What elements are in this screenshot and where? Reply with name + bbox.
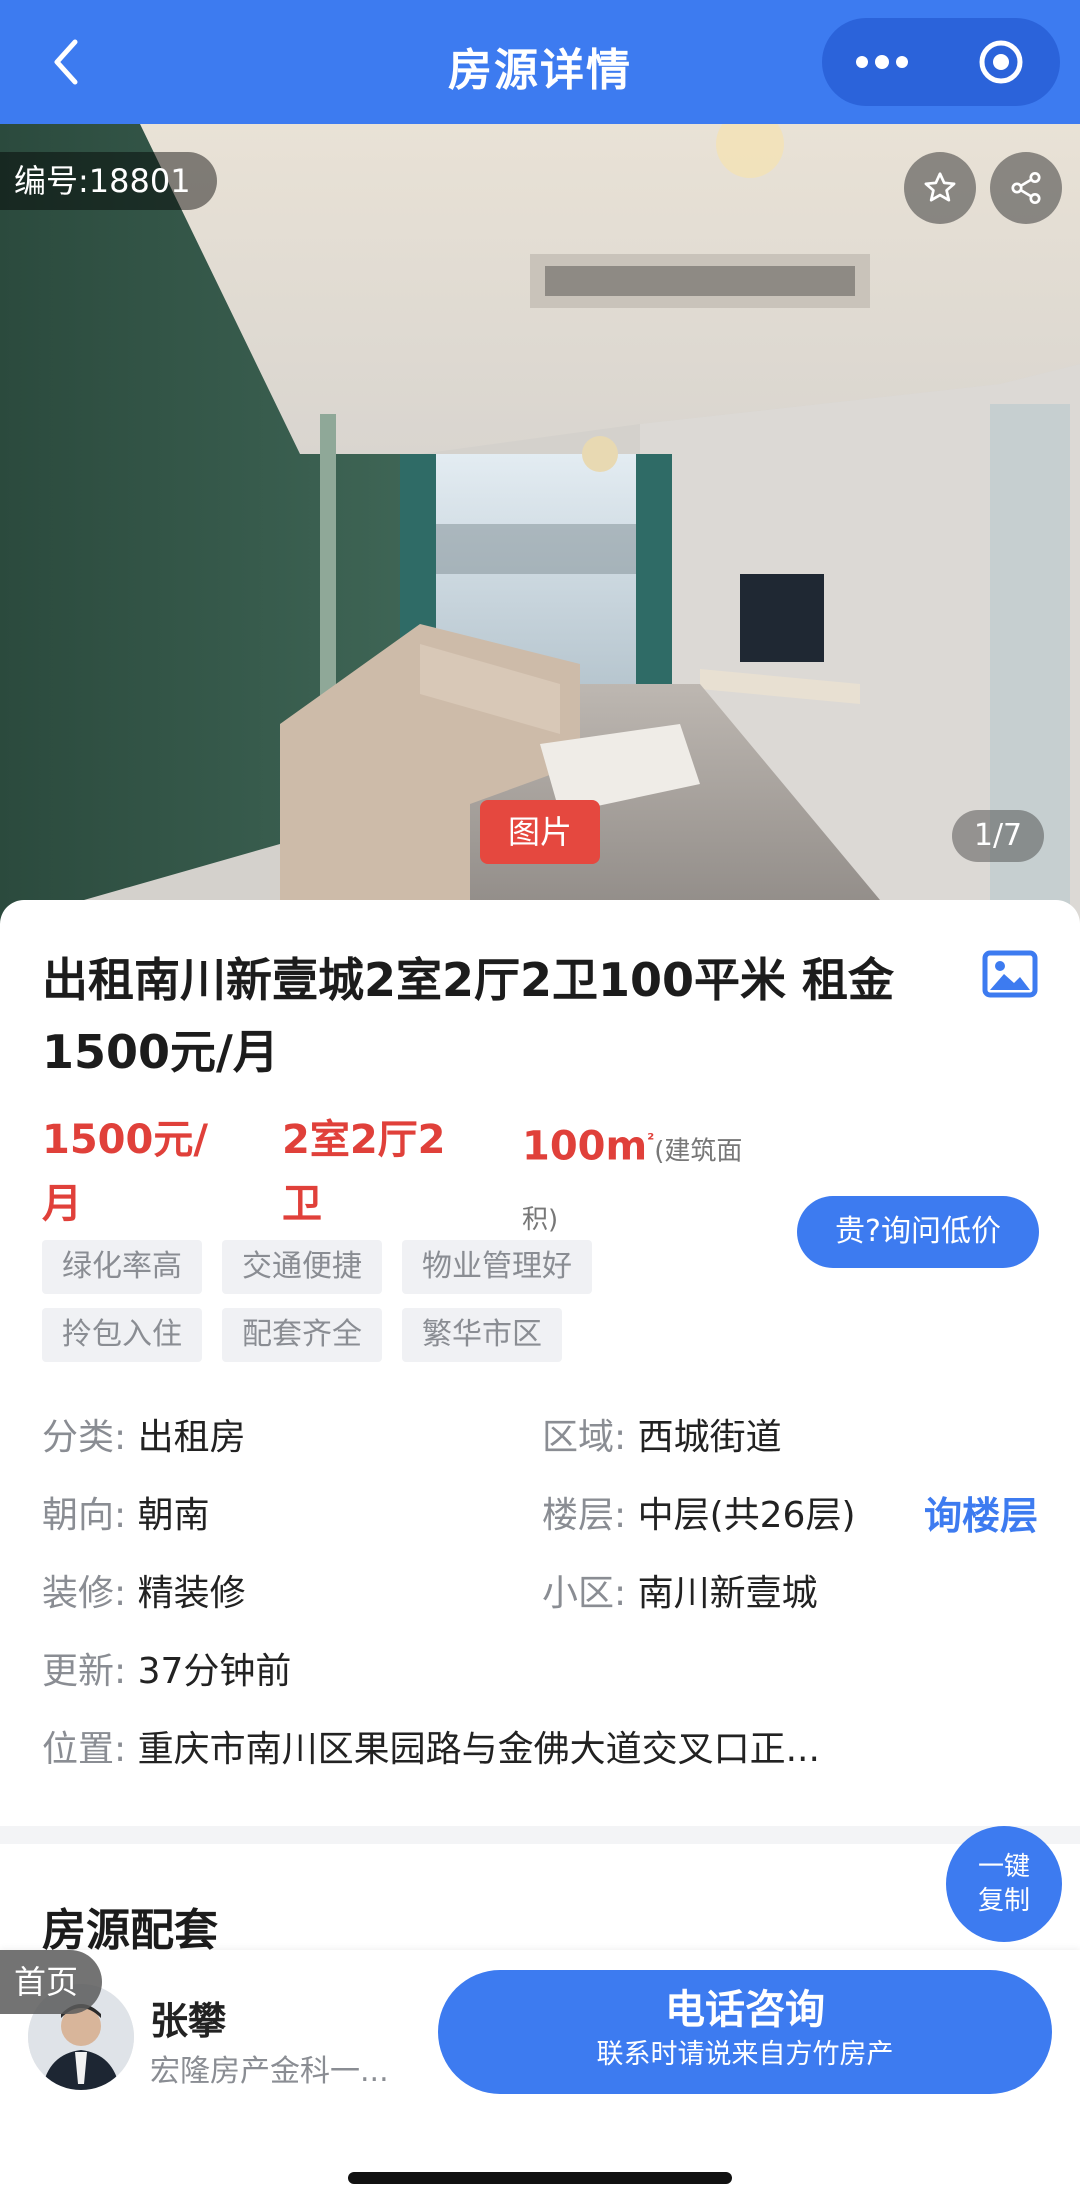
feature-tag: 绿化率高 [42,1240,202,1294]
detail-value: 重庆市南川区果园路与金佛大道交叉口正... [137,1729,820,1770]
detail-decoration: 装修: 精装修 [42,1570,246,1618]
detail-category: 分类: 出租房 [42,1414,246,1462]
top-nav-bar: 房源详情 [0,0,1080,124]
feature-tag: 交通便捷 [222,1240,382,1294]
copy-button-label-line1: 一键 [977,1852,1030,1882]
detail-label: 朝向: [42,1495,127,1536]
ask-floor-link[interactable]: 询楼层 [924,1492,1038,1540]
photo-carousel[interactable]: 编号:18801 图片 1/7 [0,124,1080,924]
photo-counter: 1/7 [952,810,1044,862]
detail-value: 南川新壹城 [637,1573,818,1614]
detail-label: 楼层: [542,1495,627,1536]
gallery-button[interactable] [982,950,1038,998]
target-circle-icon [979,40,1022,84]
photo-category-tag[interactable]: 图片 [480,800,600,864]
listing-id-badge: 编号:18801 [0,152,217,210]
agent-company: 宏隆房产金科一... [150,2054,389,2089]
ask-lower-price-button[interactable]: 贵?询问低价 [797,1196,1039,1268]
detail-value: 中层(共26层) [637,1495,856,1536]
detail-label: 分类: [42,1417,127,1458]
detail-label: 更新: [42,1651,127,1692]
call-button-sublabel: 联系时请说来自方竹房产 [596,2039,894,2070]
detail-label: 位置: [42,1729,127,1770]
detail-value: 出租房 [137,1417,246,1458]
star-icon [924,172,956,202]
feature-tag: 拎包入住 [42,1308,202,1362]
close-miniprogram-button[interactable] [941,18,1060,106]
detail-updated: 更新: 37分钟前 [42,1648,291,1696]
home-indicator[interactable] [348,2172,732,2184]
home-button[interactable]: 首页 [0,1950,103,2014]
detail-floor: 楼层: 中层(共26层) [542,1492,856,1540]
miniprogram-capsule [822,18,1060,106]
room-layout: 2室2厅2卫 [282,1117,446,1227]
house-detail-page: 房源详情 编号:18801 图片 1/7 出租南川新壹城2室2厅2卫100平米 … [0,0,1080,2208]
floor-area-value: 100m [522,1123,648,1170]
floor-area: 100m²(建筑面积) [522,1108,772,1252]
detail-orientation: 朝向: 朝南 [42,1492,210,1540]
detail-label: 装修: [42,1573,127,1614]
detail-label: 小区: [542,1573,627,1614]
section-divider [0,1826,1080,1844]
detail-community: 小区: 南川新壹城 [542,1570,818,1618]
rent-price: 1500元/月 [42,1117,208,1227]
feature-tag: 繁华市区 [402,1308,562,1362]
favorite-button[interactable] [904,152,976,224]
more-button[interactable] [822,18,941,106]
detail-value: 朝南 [137,1495,210,1536]
detail-label: 区域: [542,1417,627,1458]
detail-location[interactable]: 位置: 重庆市南川区果园路与金佛大道交叉口正... [42,1726,1042,1774]
call-button-label: 电话咨询 [665,1987,825,2033]
detail-value: 37分钟前 [137,1651,292,1692]
share-button[interactable] [990,152,1062,224]
listing-title: 出租南川新壹城2室2厅2卫100平米 租金1500元/月 [42,953,895,1079]
listing-info-card: 出租南川新壹城2室2厅2卫100平米 租金1500元/月 1500元/月 2室2… [0,900,1080,1830]
more-dots-icon [855,55,908,69]
image-gallery-icon [982,950,1038,998]
detail-region: 区域: 西城街道 [542,1414,782,1462]
share-icon [1011,171,1041,205]
section-title-amenities: 房源配套 [42,1905,218,1956]
phone-consult-button[interactable]: 电话咨询 联系时请说来自方竹房产 [438,1970,1052,2094]
agent-name: 张攀 [150,1999,227,2043]
detail-value: 精装修 [137,1573,246,1614]
copy-button-label-line2: 复制 [977,1886,1030,1916]
one-click-copy-button[interactable]: 一键 复制 [946,1826,1062,1942]
feature-tag: 物业管理好 [402,1240,592,1294]
bottom-contact-bar: 首页 张攀 宏隆房产金科一... 电话咨询 联系时请说来自方竹房产 [0,1950,1080,2208]
feature-tag: 配套齐全 [222,1308,382,1362]
detail-value: 西城街道 [637,1417,782,1458]
